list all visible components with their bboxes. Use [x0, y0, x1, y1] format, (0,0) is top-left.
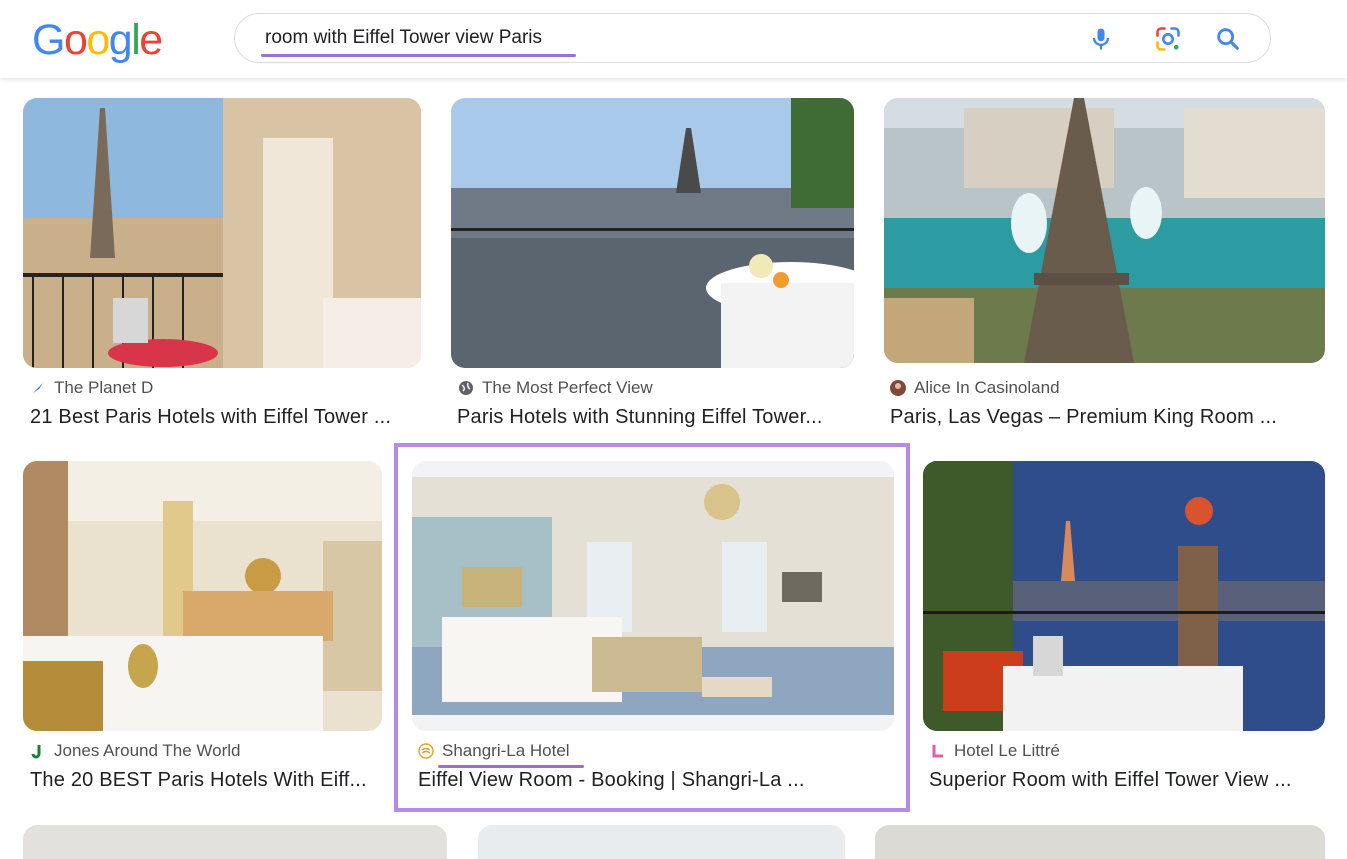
source-name: Alice In Casinoland — [914, 378, 1060, 397]
result-image[interactable] — [412, 461, 894, 731]
result-image[interactable] — [23, 461, 382, 731]
source-name: The Most Perfect View — [482, 378, 653, 397]
result-title[interactable]: Eiffel View Room - Booking | Shangri-La … — [418, 769, 898, 792]
result-source[interactable]: Hotel Le Littré — [930, 741, 1060, 761]
shangri-la-icon — [418, 743, 434, 759]
result-source[interactable]: Shangri-La Hotel — [418, 741, 570, 761]
source-name: The Planet D — [54, 378, 154, 397]
jones-icon — [31, 745, 41, 759]
logo-letter: l — [131, 16, 141, 64]
avatar-icon — [890, 380, 906, 396]
logo-letter: G — [32, 16, 65, 64]
result-title[interactable]: Superior Room with Eiffel Tower View ... — [929, 769, 1329, 792]
result-title[interactable]: Paris, Las Vegas – Premium King Room ... — [890, 406, 1310, 429]
query-underline — [261, 54, 576, 57]
source-name: Jones Around The World — [54, 741, 241, 760]
logo-letter: o — [63, 16, 88, 64]
result-image[interactable] — [478, 825, 845, 859]
result-source[interactable]: Jones Around The World — [30, 741, 241, 761]
result-image[interactable] — [23, 825, 447, 859]
result-image[interactable] — [451, 98, 854, 368]
result-image[interactable] — [23, 98, 421, 368]
source-name: Shangri-La Hotel — [442, 741, 570, 760]
globe-icon — [459, 381, 473, 395]
logo-letter: g — [108, 16, 133, 64]
google-lens-icon[interactable] — [1154, 25, 1182, 53]
result-title[interactable]: Paris Hotels with Stunning Eiffel Tower.… — [457, 406, 847, 429]
source-name: Hotel Le Littré — [954, 741, 1060, 760]
search-icon[interactable] — [1214, 25, 1242, 53]
result-source[interactable]: The Planet D — [30, 378, 153, 398]
result-source[interactable]: Alice In Casinoland — [890, 378, 1060, 398]
result-image[interactable] — [884, 98, 1325, 363]
le-littre-icon — [932, 745, 943, 758]
result-image[interactable] — [875, 825, 1325, 859]
logo-letter: o — [86, 16, 110, 64]
planet-d-icon — [33, 383, 43, 393]
google-logo[interactable]: Google — [32, 14, 163, 66]
result-source[interactable]: The Most Perfect View — [458, 378, 653, 398]
search-header: Google room with Eiffel Tower view Paris — [0, 0, 1347, 78]
source-underline — [438, 765, 584, 768]
logo-letter: e — [139, 16, 163, 64]
search-input[interactable]: room with Eiffel Tower view Paris — [265, 27, 542, 49]
mic-icon[interactable] — [1087, 25, 1115, 53]
result-image[interactable] — [923, 461, 1325, 731]
result-title[interactable]: 21 Best Paris Hotels with Eiffel Tower .… — [30, 406, 422, 429]
result-title[interactable]: The 20 BEST Paris Hotels With Eiff... — [30, 769, 382, 792]
search-box[interactable]: room with Eiffel Tower view Paris — [234, 13, 1271, 63]
